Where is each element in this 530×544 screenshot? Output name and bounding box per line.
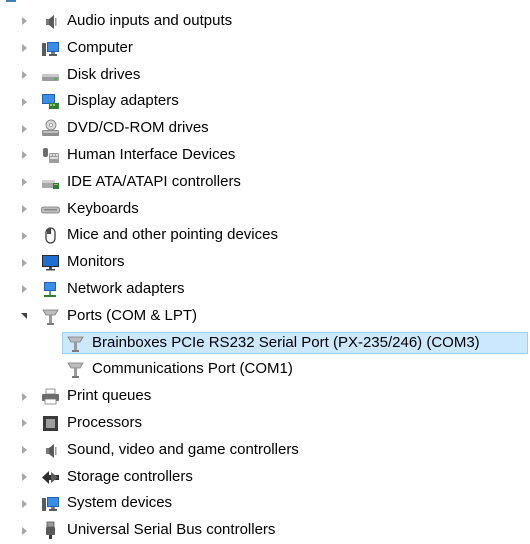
tree-item-print-queues[interactable]: Print queues (0, 383, 530, 410)
expand-arrow-icon[interactable] (18, 88, 30, 115)
hid-icon (43, 147, 59, 163)
tree-item-com1-port[interactable]: Communications Port (COM1) (0, 356, 530, 383)
expand-arrow-icon[interactable] (18, 222, 30, 249)
tree-item-network-adapters[interactable]: Network adapters (0, 276, 530, 303)
tree-item-computer[interactable]: Computer (0, 35, 530, 62)
display-adapter-icon (42, 94, 59, 110)
expand-arrow-icon[interactable] (18, 276, 30, 303)
expand-arrow-icon[interactable] (18, 249, 30, 276)
network-adapter-icon (44, 281, 56, 297)
tree-item-label: Processors (67, 413, 143, 431)
tree-item-label: Audio inputs and outputs (67, 12, 233, 29)
expand-arrow-icon[interactable] (18, 115, 30, 142)
expand-arrow-icon[interactable] (18, 8, 30, 35)
tree-item-label: Display adapters (67, 92, 179, 110)
tree-item-dvd-drives[interactable]: DVD/CD-ROM drives (0, 115, 530, 142)
expand-arrow-icon[interactable] (18, 196, 30, 223)
tree-item-label: IDE ATA/ATAPI controllers (67, 172, 241, 190)
usb-icon (46, 521, 55, 540)
monitor-icon (42, 255, 59, 271)
tree-item-label: System devices (67, 494, 173, 512)
collapse-arrow-icon[interactable] (18, 303, 30, 330)
expand-arrow-icon[interactable] (18, 490, 30, 517)
speaker-icon (46, 15, 57, 29)
dvd-drive-icon (42, 119, 59, 137)
tree-item-label: Human Interface Devices (67, 145, 236, 163)
processor-icon (43, 415, 58, 431)
tree-item-label: Mice and other pointing devices (67, 226, 278, 244)
tree-item-display-adapters[interactable]: Display adapters (0, 88, 530, 115)
tree-item-monitors[interactable]: Monitors (0, 249, 530, 276)
tree-item-label: Network adapters (67, 279, 185, 297)
expand-arrow-icon[interactable] (18, 410, 30, 437)
tree-item-label: Sound, video and game controllers (67, 440, 299, 458)
tree-item-audio[interactable]: Audio inputs and outputs (0, 8, 530, 35)
storage-controller-icon (42, 470, 59, 484)
tree-item-label: Computer (67, 38, 133, 56)
tree-item-label: Ports (COM & LPT) (67, 306, 198, 324)
expand-arrow-icon[interactable] (18, 437, 30, 464)
tree-item-sound-controllers[interactable]: Sound, video and game controllers (0, 437, 530, 464)
expand-arrow-icon[interactable] (18, 464, 30, 491)
tree-item-mice[interactable]: Mice and other pointing devices (0, 222, 530, 249)
expand-arrow-icon[interactable] (18, 169, 30, 196)
tree-item-label: Monitors (67, 253, 125, 271)
tree-item-label: Storage controllers (67, 467, 193, 485)
expand-arrow-icon[interactable] (18, 142, 30, 169)
tree-item-label: Communications Port (COM1) (92, 360, 293, 378)
port-icon (42, 309, 59, 325)
tree-item-label: Disk drives (67, 65, 141, 83)
port-icon (67, 336, 84, 352)
tree-item-system-devices[interactable]: System devices (0, 490, 530, 517)
tree-item-com3-port[interactable]: Brainboxes PCIe RS232 Serial Port (PX-23… (0, 330, 530, 357)
tree-item-label: Keyboards (67, 199, 139, 217)
tree-item-disk-drives[interactable]: Disk drives (0, 62, 530, 89)
tree-item-ports[interactable]: Ports (COM & LPT) (0, 303, 530, 330)
tree-item-ide-controllers[interactable]: IDE ATA/ATAPI controllers (0, 169, 530, 196)
tree-item-hid[interactable]: Human Interface Devices (0, 142, 530, 169)
device-tree[interactable]: Audio inputs and outputs Computer Disk d… (0, 8, 530, 544)
tree-item-processors[interactable]: Processors (0, 410, 530, 437)
tree-item-label: Universal Serial Bus controllers (67, 521, 276, 539)
disk-drive-icon (42, 73, 59, 81)
computer-icon (42, 41, 59, 56)
tree-item-storage-controllers[interactable]: Storage controllers (0, 464, 530, 491)
tree-item-label: DVD/CD-ROM drives (67, 119, 209, 137)
sound-controller-icon (46, 443, 57, 458)
printer-icon (42, 388, 59, 405)
expand-arrow-icon[interactable] (18, 517, 30, 544)
expand-arrow-icon[interactable] (18, 383, 30, 410)
mouse-icon (45, 227, 56, 245)
tree-item-usb-controllers[interactable]: Universal Serial Bus controllers (0, 517, 530, 544)
ide-controller-icon (42, 179, 59, 189)
tree-item-label: Print queues (67, 387, 152, 405)
port-icon (67, 362, 84, 379)
expand-arrow-icon[interactable] (18, 62, 30, 89)
tree-top-edge (6, 0, 16, 2)
expand-arrow-icon[interactable] (18, 35, 30, 62)
keyboard-icon (41, 206, 60, 213)
system-devices-icon (42, 497, 59, 512)
tree-item-keyboards[interactable]: Keyboards (0, 196, 530, 223)
tree-item-label: Brainboxes PCIe RS232 Serial Port (PX-23… (92, 333, 480, 351)
